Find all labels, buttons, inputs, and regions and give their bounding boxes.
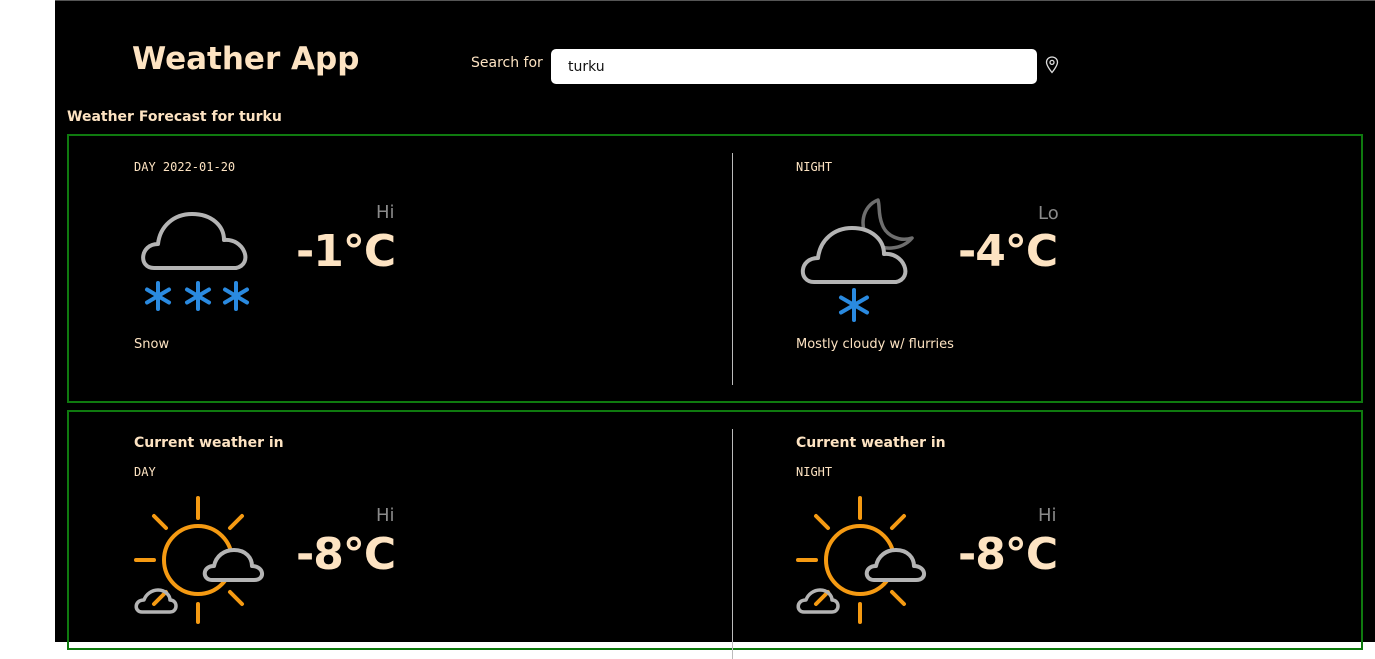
forecast-heading: Weather Forecast for turku [67, 109, 282, 125]
app-title: Weather App [132, 41, 360, 77]
search-input[interactable] [551, 49, 1037, 84]
period-label: NIGHT [796, 465, 833, 479]
hi-label: Hi [376, 202, 395, 223]
partly-sunny-icon [134, 496, 264, 624]
forecast-card: DAY 2022-01-20 Hi -1°C Snow NIGHT Lo -4°… [67, 134, 1363, 403]
current-day-panel: Current weather in DAY Hi -8°C [69, 412, 709, 648]
forecast-night-panel: NIGHT Lo -4°C Mostly cloudy w/ flurries [731, 136, 1371, 401]
forecast-day-panel: DAY 2022-01-20 Hi -1°C Snow [69, 136, 709, 401]
temperature: -4°C [958, 226, 1058, 277]
temperature: -1°C [296, 226, 396, 277]
temperature: -8°C [296, 529, 396, 580]
partly-sunny-icon [796, 496, 926, 624]
current-weather-card: Current weather in DAY Hi -8°C Current w… [67, 410, 1363, 659]
night-cloudy-flurries-icon [800, 198, 914, 322]
period-label: DAY [134, 465, 156, 479]
current-night-panel: Current weather in NIGHT Hi -8°C [731, 412, 1371, 648]
temperature: -8°C [958, 529, 1058, 580]
weather-description: Mostly cloudy w/ flurries [796, 337, 954, 352]
weather-description: Snow [134, 337, 170, 352]
hi-label: Hi [376, 505, 395, 526]
app-window: Weather App Search for Weather Forecast … [55, 0, 1375, 659]
period-label: DAY 2022-01-20 [134, 160, 236, 174]
period-label: NIGHT [796, 160, 833, 174]
map-pin-icon[interactable] [1045, 56, 1059, 74]
hi-label: Hi [1038, 505, 1057, 526]
current-weather-title: Current weather in [134, 435, 284, 451]
snow-icon [141, 212, 249, 311]
search-label: Search for [471, 55, 543, 71]
current-weather-title: Current weather in [796, 435, 946, 451]
lo-label: Lo [1038, 203, 1059, 224]
